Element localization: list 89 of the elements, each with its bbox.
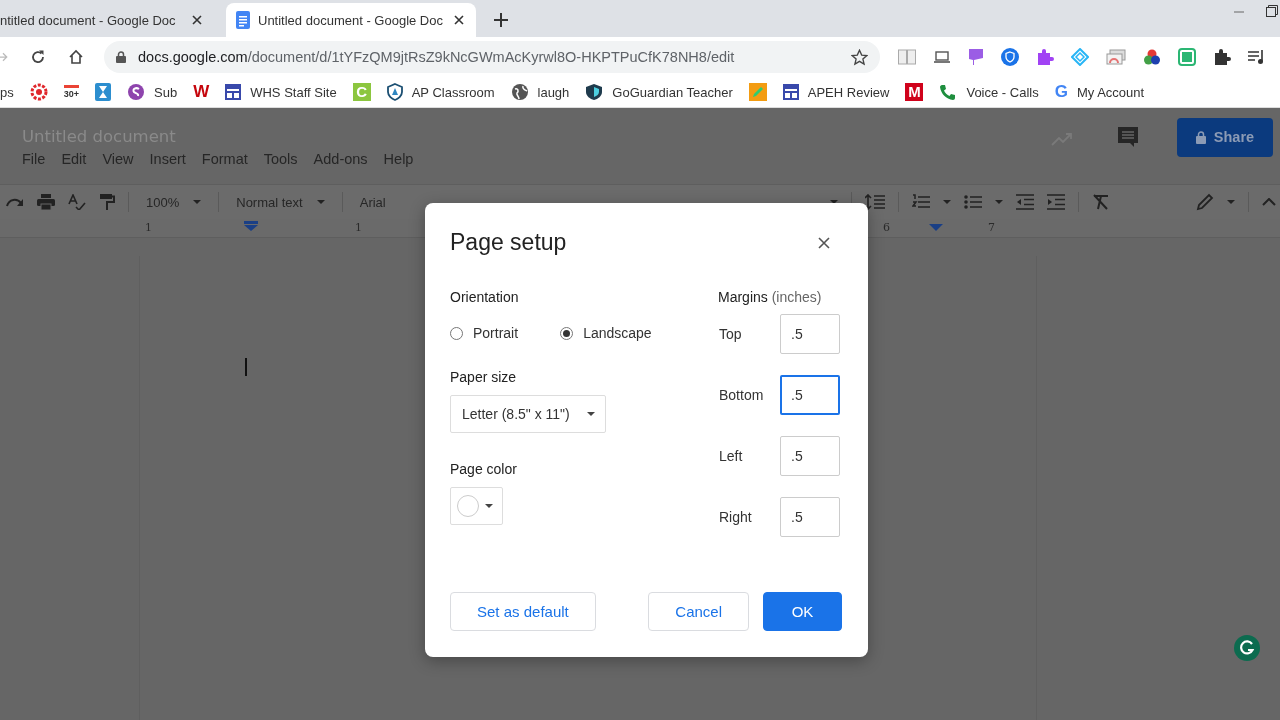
letter-icon: M xyxy=(905,83,924,101)
letter-icon: W xyxy=(193,83,210,101)
paint-format-icon[interactable] xyxy=(99,193,115,211)
bookmark-item[interactable]: laugh xyxy=(510,83,570,101)
hourglass-icon xyxy=(95,83,111,101)
browser-tab[interactable]: Untitled document - Google Doc xyxy=(226,3,476,37)
laptop-icon[interactable] xyxy=(933,50,951,64)
ok-button[interactable]: OK xyxy=(763,592,842,631)
bookmark-icon[interactable] xyxy=(968,48,984,66)
bookmark-item[interactable]: G My Account xyxy=(1054,83,1145,101)
letter-icon: G xyxy=(1054,83,1068,101)
text-cursor xyxy=(245,358,247,376)
plus-icon[interactable] xyxy=(494,13,508,27)
section-label: Margins (inches) xyxy=(718,289,822,305)
shield-icon xyxy=(585,83,604,101)
color-picker-button[interactable] xyxy=(450,487,503,525)
chevron-up-icon[interactable] xyxy=(1262,198,1276,206)
star-icon[interactable] xyxy=(851,48,868,66)
caret-icon xyxy=(193,200,202,204)
reload-icon[interactable] xyxy=(30,49,46,65)
document-icon xyxy=(236,11,250,29)
url-text: docs.google.com/document/d/1tYFzQM9jtRsZ9kNcGWmAcKyrwl8O-HKPTPuCfK78NH8/edit xyxy=(138,49,736,65)
field-label: Bottom xyxy=(718,387,765,403)
field-label: Right xyxy=(718,509,753,525)
shield-icon xyxy=(386,83,403,101)
spellcheck-icon[interactable] xyxy=(68,194,86,210)
close-icon[interactable] xyxy=(192,15,202,25)
close-icon[interactable] xyxy=(454,15,464,25)
restore-icon[interactable] xyxy=(1266,5,1278,17)
bookmark-item[interactable]: WHS Staff Site xyxy=(225,84,337,100)
radio-option[interactable]: Landscape xyxy=(560,325,652,341)
layout-icon xyxy=(782,84,799,100)
bulleted-list-icon[interactable] xyxy=(964,194,982,210)
margin-input[interactable]: .5 xyxy=(780,314,840,354)
increase-indent-icon[interactable] xyxy=(1047,194,1065,210)
indent-marker-icon[interactable] xyxy=(929,221,943,231)
globe-icon xyxy=(510,83,529,101)
bookmark-item[interactable]: AP Classroom xyxy=(386,83,495,101)
photos-icon[interactable] xyxy=(1106,49,1126,65)
indent-marker-icon[interactable] xyxy=(244,221,258,231)
ring-icon xyxy=(29,83,48,101)
radio-option[interactable]: Portrait xyxy=(450,325,519,341)
redo-icon[interactable] xyxy=(6,196,24,208)
margin-input[interactable]: .5 xyxy=(780,375,840,415)
puzzle-icon[interactable] xyxy=(1036,48,1054,66)
close-icon[interactable] xyxy=(818,236,830,249)
bookmark-item[interactable]: Voice - Calls xyxy=(939,83,1039,101)
caret-icon xyxy=(485,504,493,508)
bookmark-item[interactable]: Sub xyxy=(127,83,178,101)
panel-icon[interactable] xyxy=(898,49,916,65)
home-icon[interactable] xyxy=(68,49,84,65)
section-label: Orientation xyxy=(450,289,519,305)
line-spacing-icon[interactable] xyxy=(865,194,885,210)
set-as-default-button[interactable]: Set as default xyxy=(450,592,596,631)
pencil-icon[interactable] xyxy=(1196,193,1214,211)
phone-icon xyxy=(939,83,958,101)
margin-input[interactable]: .5 xyxy=(780,497,840,537)
grammarly-icon[interactable] xyxy=(1234,635,1260,661)
extensions-icon[interactable] xyxy=(1213,48,1231,66)
share-button[interactable]: Share xyxy=(1177,117,1273,157)
letter-icon: C xyxy=(352,83,371,101)
swirl-icon xyxy=(127,83,145,101)
shield-icon[interactable] xyxy=(1001,48,1019,66)
field-label: Top xyxy=(718,326,743,342)
diamond-icon[interactable] xyxy=(1071,48,1089,66)
margin-input[interactable]: .5 xyxy=(780,436,840,476)
clear-formatting-icon[interactable] xyxy=(1092,194,1110,210)
cancel-button[interactable]: Cancel xyxy=(648,592,749,631)
caret-icon xyxy=(316,200,325,204)
section-label: Page color xyxy=(450,461,517,477)
decrease-indent-icon[interactable] xyxy=(1016,194,1034,210)
numbered-list-icon[interactable] xyxy=(912,194,930,210)
circles-icon[interactable] xyxy=(1143,48,1161,66)
pencil-icon xyxy=(748,83,767,101)
section-label: Paper size xyxy=(450,369,517,385)
lock-icon xyxy=(1195,130,1206,144)
comment-icon[interactable] xyxy=(1117,126,1139,148)
bookmark-item[interactable]: APEH Review xyxy=(782,84,890,100)
field-label: Left xyxy=(718,448,744,464)
layout-icon xyxy=(225,84,242,100)
paper-size-dropdown[interactable]: Letter (8.5" x 11") xyxy=(450,395,606,433)
print-icon[interactable] xyxy=(37,194,55,210)
address-bar[interactable]: docs.google.com/document/d/1tYFzQM9jtRsZ9kNcGWmAcKyrwl8O-HKPTPuCfK78NH8/edit xyxy=(104,41,880,73)
media-icon[interactable] xyxy=(1248,49,1266,65)
browser-tab[interactable]: ntitled document - Google Doc xyxy=(0,3,212,37)
lock-icon xyxy=(116,51,126,63)
bookmark-item[interactable]: ps xyxy=(0,84,14,100)
caret-icon xyxy=(587,412,595,416)
bookmark-item[interactable]: GoGuardian Teacher xyxy=(585,83,733,101)
